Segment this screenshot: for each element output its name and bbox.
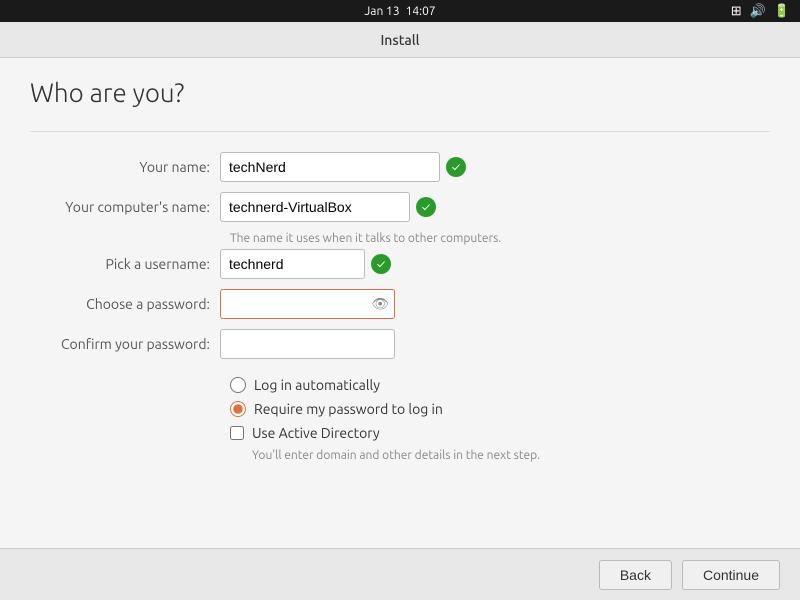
require-password-label: Require my password to log in (254, 401, 443, 417)
computer-name-input-wrap: ✓ (220, 192, 436, 222)
network-icon: ⊞ (731, 4, 742, 19)
options-section: Log in automatically Require my password… (230, 377, 770, 466)
password-label: Choose a password: (30, 296, 220, 312)
your-name-input-wrap: ✓ (220, 152, 466, 182)
password-toggle-icon[interactable]: 👁 (371, 296, 389, 313)
login-auto-row: Log in automatically (230, 377, 770, 393)
computer-name-input[interactable] (220, 192, 410, 222)
status-time: 14:07 (406, 5, 436, 18)
password-wrap: 👁 (220, 289, 395, 319)
active-directory-label: Use Active Directory (252, 425, 380, 441)
your-name-input[interactable] (220, 152, 440, 182)
status-bar: Jan 13 14:07 ⊞ 🔊 🔋 (0, 0, 800, 22)
bottom-bar: Back Continue (0, 548, 800, 600)
username-row: Pick a username: ✓ (30, 249, 770, 279)
your-name-valid-icon: ✓ (446, 157, 466, 177)
page-title: Who are you? (30, 78, 770, 107)
confirm-password-row: Confirm your password: (30, 329, 770, 359)
computer-name-hint: The name it uses when it talks to other … (230, 232, 770, 245)
login-auto-label: Log in automatically (254, 377, 380, 393)
computer-name-row: Your computer's name: ✓ (30, 192, 770, 222)
continue-button[interactable]: Continue (682, 560, 780, 590)
back-button[interactable]: Back (599, 560, 672, 590)
main-content: Who are you? Your name: ✓ Your computer'… (0, 58, 800, 548)
password-input-wrap: 👁 (220, 289, 395, 319)
active-directory-checkbox[interactable] (230, 426, 244, 440)
confirm-password-label: Confirm your password: (30, 336, 220, 352)
your-name-row: Your name: ✓ (30, 152, 770, 182)
password-input[interactable] (220, 289, 395, 319)
confirm-password-input-wrap (220, 329, 395, 359)
username-valid-icon: ✓ (371, 254, 391, 274)
login-auto-radio[interactable] (230, 377, 246, 393)
status-date: Jan 13 (364, 5, 399, 18)
window-title: Install (380, 32, 419, 48)
password-row: Choose a password: 👁 (30, 289, 770, 319)
title-bar: Install (0, 22, 800, 58)
active-directory-hint: You'll enter domain and other details in… (252, 449, 770, 462)
status-bar-datetime: Jan 13 14:07 (364, 5, 435, 18)
volume-icon: 🔊 (750, 4, 766, 19)
username-label: Pick a username: (30, 256, 220, 272)
require-password-radio[interactable] (230, 401, 246, 417)
your-name-label: Your name: (30, 159, 220, 175)
username-input[interactable] (220, 249, 365, 279)
computer-name-valid-icon: ✓ (416, 197, 436, 217)
computer-name-label: Your computer's name: (30, 199, 220, 215)
active-directory-row: Use Active Directory (230, 425, 770, 441)
confirm-password-input[interactable] (220, 329, 395, 359)
require-password-row: Require my password to log in (230, 401, 770, 417)
status-bar-icons: ⊞ 🔊 🔋 (731, 4, 790, 19)
battery-icon: 🔋 (774, 4, 790, 19)
section-divider (30, 131, 770, 132)
username-input-wrap: ✓ (220, 249, 391, 279)
